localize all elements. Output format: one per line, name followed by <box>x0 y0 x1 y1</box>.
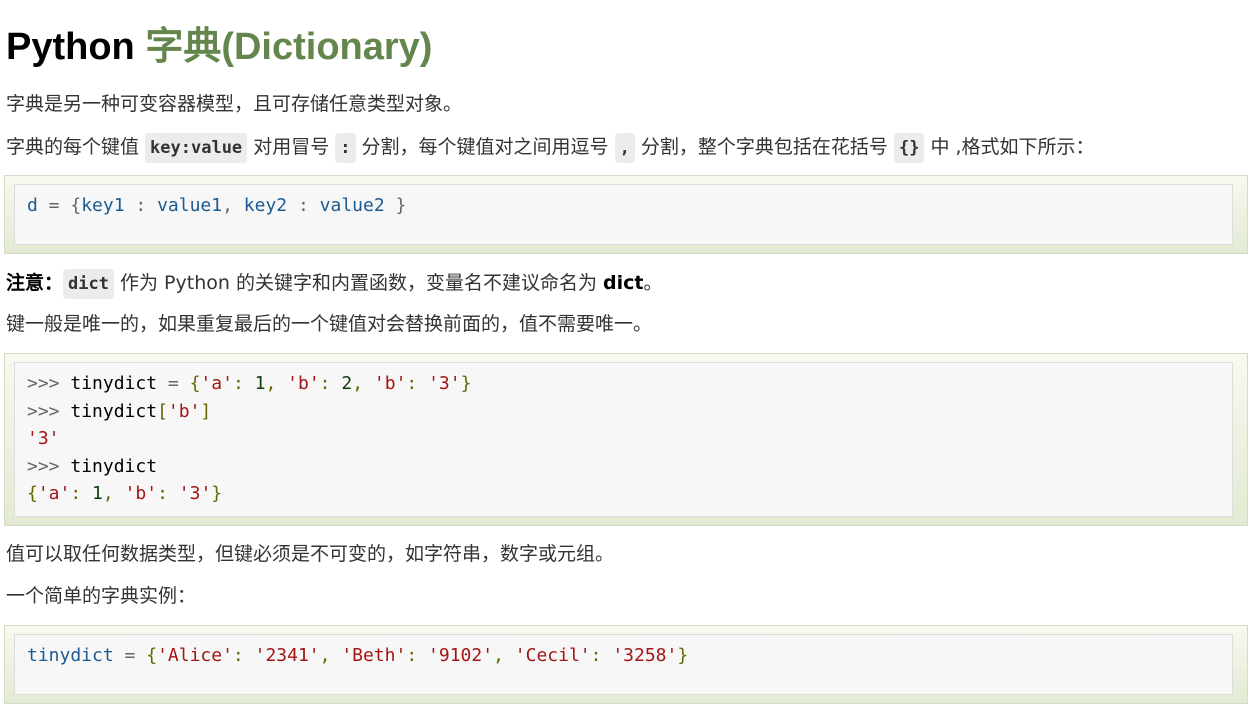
code-token: : <box>232 373 255 394</box>
code-token: = <box>37 195 71 216</box>
code-token: 'b' <box>287 373 320 394</box>
syntax-paragraph: 字典的每个键值 key:value 对用冒号 : 分割，每个键值对之间用逗号 ,… <box>6 133 1095 163</box>
code-token: 'Alice' <box>157 645 233 666</box>
code-token: { <box>70 195 82 216</box>
page: Python 字典(Dictionary) 字典是另一种可变容器模型，且可存储任… <box>0 0 1251 711</box>
code-token: 'b' <box>124 483 158 504</box>
text-segment: 分割，整个字典包括在花括号 <box>634 136 894 158</box>
code-syntax: d = {key1 : value1, key2 : value2 } <box>27 192 406 220</box>
code-token: { <box>146 645 158 666</box>
code-token: ] <box>200 400 212 422</box>
code-token: 1 <box>254 373 266 394</box>
code-token: tinydict <box>27 645 114 666</box>
text-segment: 分割，每个键值对之间用逗号 <box>355 136 615 158</box>
unique-key-paragraph: 键一般是唯一的，如果重复最后的一个键值对会替换前面的，值不需要唯一。 <box>6 313 653 335</box>
text-segment: 中 ,格式如下所示： <box>924 136 1095 158</box>
code-block-syntax: d = {key1 : value1, key2 : value2 } <box>4 175 1248 254</box>
code-token: { <box>27 483 38 504</box>
text-segment: 对用冒号 <box>247 136 336 158</box>
code-token: = <box>113 645 147 666</box>
code-token: '3258' <box>612 645 678 666</box>
code-prompt: >>> <box>27 400 71 422</box>
code-token: , <box>352 373 374 394</box>
code-token: '3' <box>428 373 461 394</box>
code-token: { <box>189 373 201 394</box>
value-type-paragraph: 值可以取任何数据类型，但键必须是不可变的，如字符串，数字或元组。 <box>6 543 615 565</box>
code-token: d <box>27 195 38 216</box>
code-token: , <box>493 645 515 666</box>
code-token: : <box>287 195 320 216</box>
code-token: : <box>406 645 429 666</box>
code-token: : <box>406 373 429 394</box>
page-title-highlight: 字典(Dictionary) <box>145 26 433 68</box>
code-output: '3' <box>27 428 60 449</box>
example-intro-paragraph: 一个简单的字典实例： <box>6 585 197 607</box>
code-token: : <box>70 483 93 504</box>
code-token: value2 <box>319 195 385 216</box>
code-token: '2341' <box>254 645 320 666</box>
text-segment: 字典的每个键值 <box>6 136 146 158</box>
code-token: : <box>157 483 179 504</box>
code-token: key1 <box>81 195 125 216</box>
code-token: = <box>157 373 190 394</box>
page-title: Python 字典(Dictionary) <box>6 24 432 70</box>
code-token: } <box>384 195 407 216</box>
code-token: } <box>677 645 689 666</box>
inline-code-comma: , <box>614 133 635 163</box>
code-token: , <box>265 373 288 394</box>
code-block-instance: tinydict = {'Alice': '2341', 'Beth': '91… <box>4 625 1248 704</box>
text-segment: 。 <box>643 272 663 294</box>
inline-code-key-value: key:value <box>145 133 248 163</box>
code-instance: tinydict = {'Alice': '2341', 'Beth': '91… <box>27 642 688 670</box>
code-token: 'b' <box>373 373 407 394</box>
note-bold-dict: dict <box>603 272 644 294</box>
note-label: 注意： <box>6 272 64 294</box>
code-token: 'a' <box>37 483 71 504</box>
code-token: , <box>222 195 244 216</box>
code-token: : <box>232 645 255 666</box>
intro-paragraph: 字典是另一种可变容器模型，且可存储任意类型对象。 <box>6 93 463 115</box>
code-token: tinydict <box>70 373 158 394</box>
code-token: 'a' <box>200 373 233 394</box>
inline-code-dict: dict <box>63 269 114 299</box>
code-token: , <box>319 645 342 666</box>
inline-code-braces: {} <box>893 133 925 163</box>
code-prompt: >>> <box>27 373 71 394</box>
code-token: '3' <box>178 483 212 504</box>
code-token: } <box>211 483 223 504</box>
code-token: , <box>102 483 125 504</box>
code-token: 'b' <box>167 400 201 422</box>
code-token: key2 <box>243 195 288 216</box>
code-block-example: >>> tinydict = {'a': 1, 'b': 2, 'b': '3'… <box>4 353 1248 526</box>
code-token: 'Cecil' <box>514 645 591 666</box>
code-token: : <box>590 645 613 666</box>
code-token: value1 <box>157 195 223 216</box>
code-token: 2 <box>341 373 353 394</box>
code-token: : <box>319 373 342 394</box>
code-block-inner: >>> tinydict = {'a': 1, 'b': 2, 'b': '3'… <box>14 362 1233 517</box>
code-token: tinydict <box>70 400 158 422</box>
note-paragraph: 注意： dict 作为 Python 的关键字和内置函数，变量名不建议命名为 di… <box>6 269 662 299</box>
page-title-prefix: Python <box>6 26 146 68</box>
code-token: } <box>460 373 472 394</box>
code-token: [ <box>157 400 168 422</box>
code-token: tinydict <box>70 455 158 477</box>
text-segment: 作为 Python 的关键字和内置函数，变量名不建议命名为 <box>113 272 603 294</box>
code-block-inner: d = {key1 : value1, key2 : value2 } <box>14 184 1233 245</box>
code-prompt: >>> <box>27 455 71 477</box>
code-token: '9102' <box>428 645 494 666</box>
code-example: >>> tinydict = {'a': 1, 'b': 2, 'b': '3'… <box>27 370 471 508</box>
code-token: : <box>124 195 158 216</box>
code-token: 'Beth' <box>341 645 407 666</box>
code-block-inner: tinydict = {'Alice': '2341', 'Beth': '91… <box>14 634 1233 695</box>
code-token: 1 <box>92 483 103 504</box>
inline-code-colon: : <box>335 133 356 163</box>
